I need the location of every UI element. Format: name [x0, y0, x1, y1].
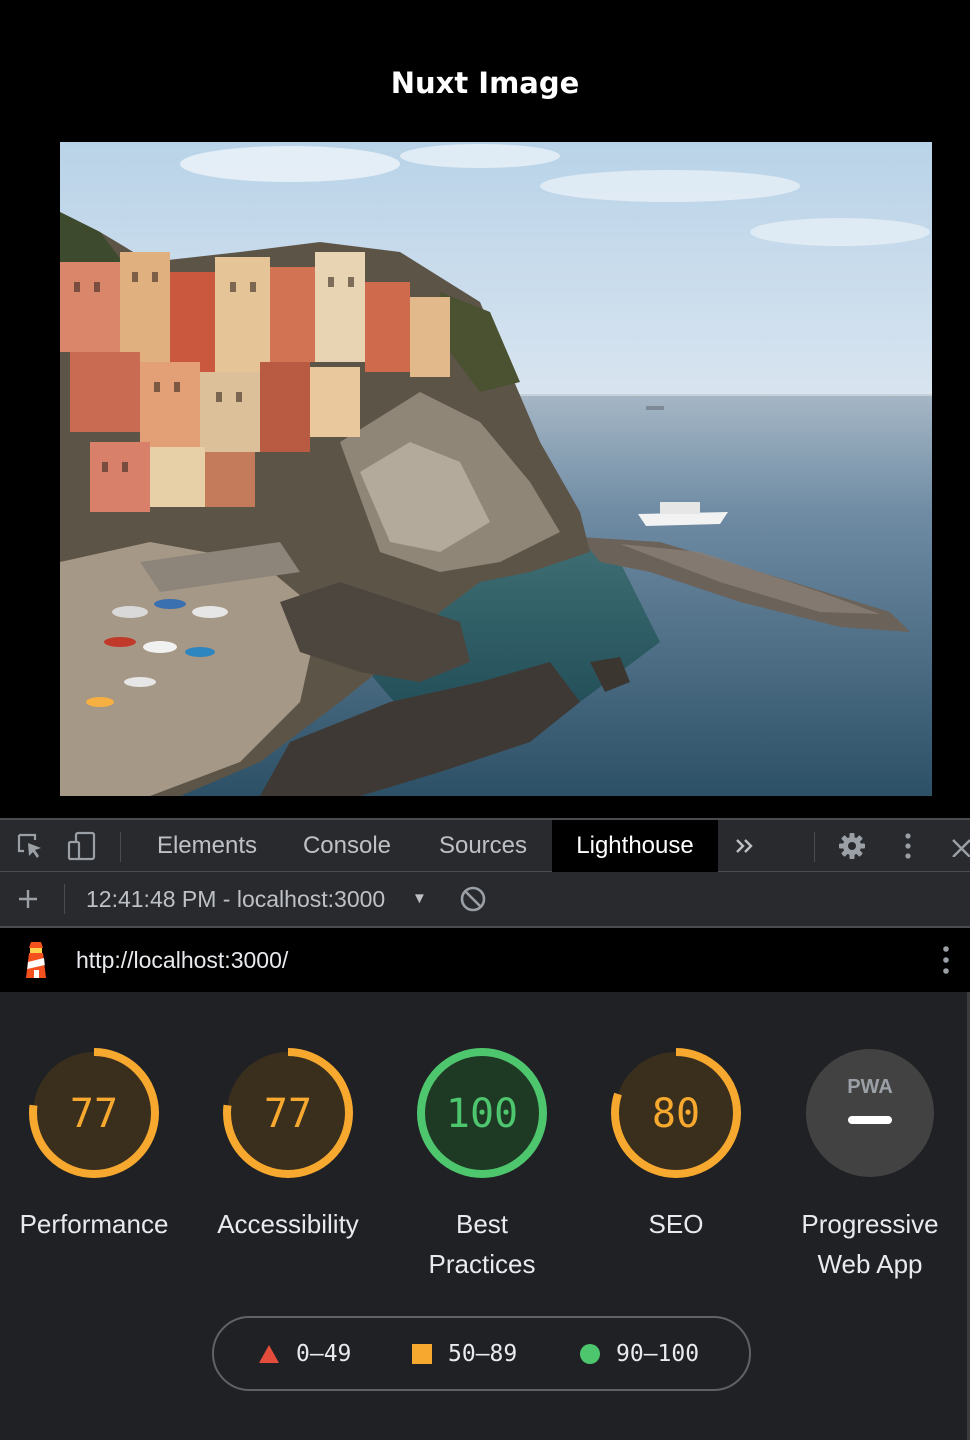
inspect-element-icon[interactable]: [12, 820, 48, 872]
lighthouse-toolbar: 12:41:48 PM - localhost:3000 ▼: [0, 872, 970, 928]
legend-range: 90–100: [616, 1340, 700, 1367]
pwa-badge-icon: PWA: [806, 1049, 934, 1177]
score-label: Best Practices: [428, 1209, 536, 1279]
more-tabs-chevron-icon[interactable]: [728, 820, 762, 872]
score-gauge-best-practices[interactable]: 100 Best Practices: [385, 1046, 579, 1284]
tab-lighthouse[interactable]: Lighthouse: [552, 820, 718, 872]
square-icon: [412, 1343, 432, 1364]
page-title: Nuxt Image: [390, 66, 580, 100]
toolbar-divider: [64, 884, 65, 914]
gauge-ring: 77: [223, 1048, 353, 1178]
tab-console[interactable]: Console: [282, 820, 412, 872]
gauge-ring: 77: [29, 1048, 159, 1178]
score-label: SEO: [648, 1209, 704, 1239]
kebab-menu-icon[interactable]: [934, 928, 958, 992]
report-url[interactable]: http://localhost:3000/: [76, 928, 288, 992]
plus-icon[interactable]: [12, 872, 44, 926]
triangle-icon: [259, 1344, 279, 1363]
score-label: Performance: [19, 1209, 169, 1239]
score-gauge-seo[interactable]: 80 SEO: [579, 1046, 773, 1244]
device-toolbar-icon[interactable]: [64, 820, 100, 872]
tab-elements[interactable]: Elements: [136, 820, 278, 872]
kebab-menu-icon[interactable]: [894, 820, 922, 872]
score-legend: 0–49 50–89 90–100: [212, 1316, 751, 1391]
gear-icon[interactable]: [834, 820, 870, 872]
gauge-ring: 100: [417, 1048, 547, 1178]
score-gauge-pwa[interactable]: PWA Progressive Web App: [773, 1046, 967, 1284]
chevron-down-icon[interactable]: ▼: [412, 872, 427, 926]
legend-item-pass: 90–100: [580, 1318, 699, 1389]
score-gauge-accessibility[interactable]: 77 Accessibility: [191, 1046, 385, 1244]
close-icon[interactable]: [948, 820, 970, 872]
page-viewport: Nuxt Image: [0, 0, 970, 818]
pwa-badge-text: PWA: [847, 1076, 893, 1098]
tab-sources[interactable]: Sources: [416, 820, 550, 872]
toolbar-divider: [120, 832, 121, 862]
lighthouse-logo-icon: [18, 928, 54, 992]
legend-range: 0–49: [296, 1340, 352, 1367]
gauge-ring: 80: [611, 1048, 741, 1178]
legend-range: 50–89: [448, 1340, 518, 1367]
devtools-toolbar: Elements Console Sources Lighthouse: [0, 818, 970, 872]
toolbar-divider: [814, 832, 815, 862]
cliff-village-image: [60, 142, 932, 796]
legend-item-fail: 0–49: [258, 1318, 351, 1389]
score-value: 80: [652, 1091, 700, 1137]
report-url-bar: http://localhost:3000/: [0, 928, 970, 992]
score-value: 77: [264, 1091, 312, 1137]
score-gauge-performance[interactable]: 77 Performance: [0, 1046, 191, 1244]
clear-block-icon[interactable]: [458, 872, 488, 926]
report-selector[interactable]: 12:41:48 PM - localhost:3000: [86, 872, 385, 926]
lighthouse-report: 77 Performance 77 Accessibility 100 Best…: [0, 992, 970, 1440]
score-value: 77: [70, 1091, 118, 1137]
score-label: Accessibility: [217, 1209, 359, 1239]
legend-item-average: 50–89: [412, 1318, 517, 1389]
score-label: Progressive Web App: [801, 1209, 939, 1279]
landscape-photo: [60, 142, 932, 796]
score-value: 100: [446, 1091, 518, 1137]
circle-icon: [580, 1343, 600, 1364]
